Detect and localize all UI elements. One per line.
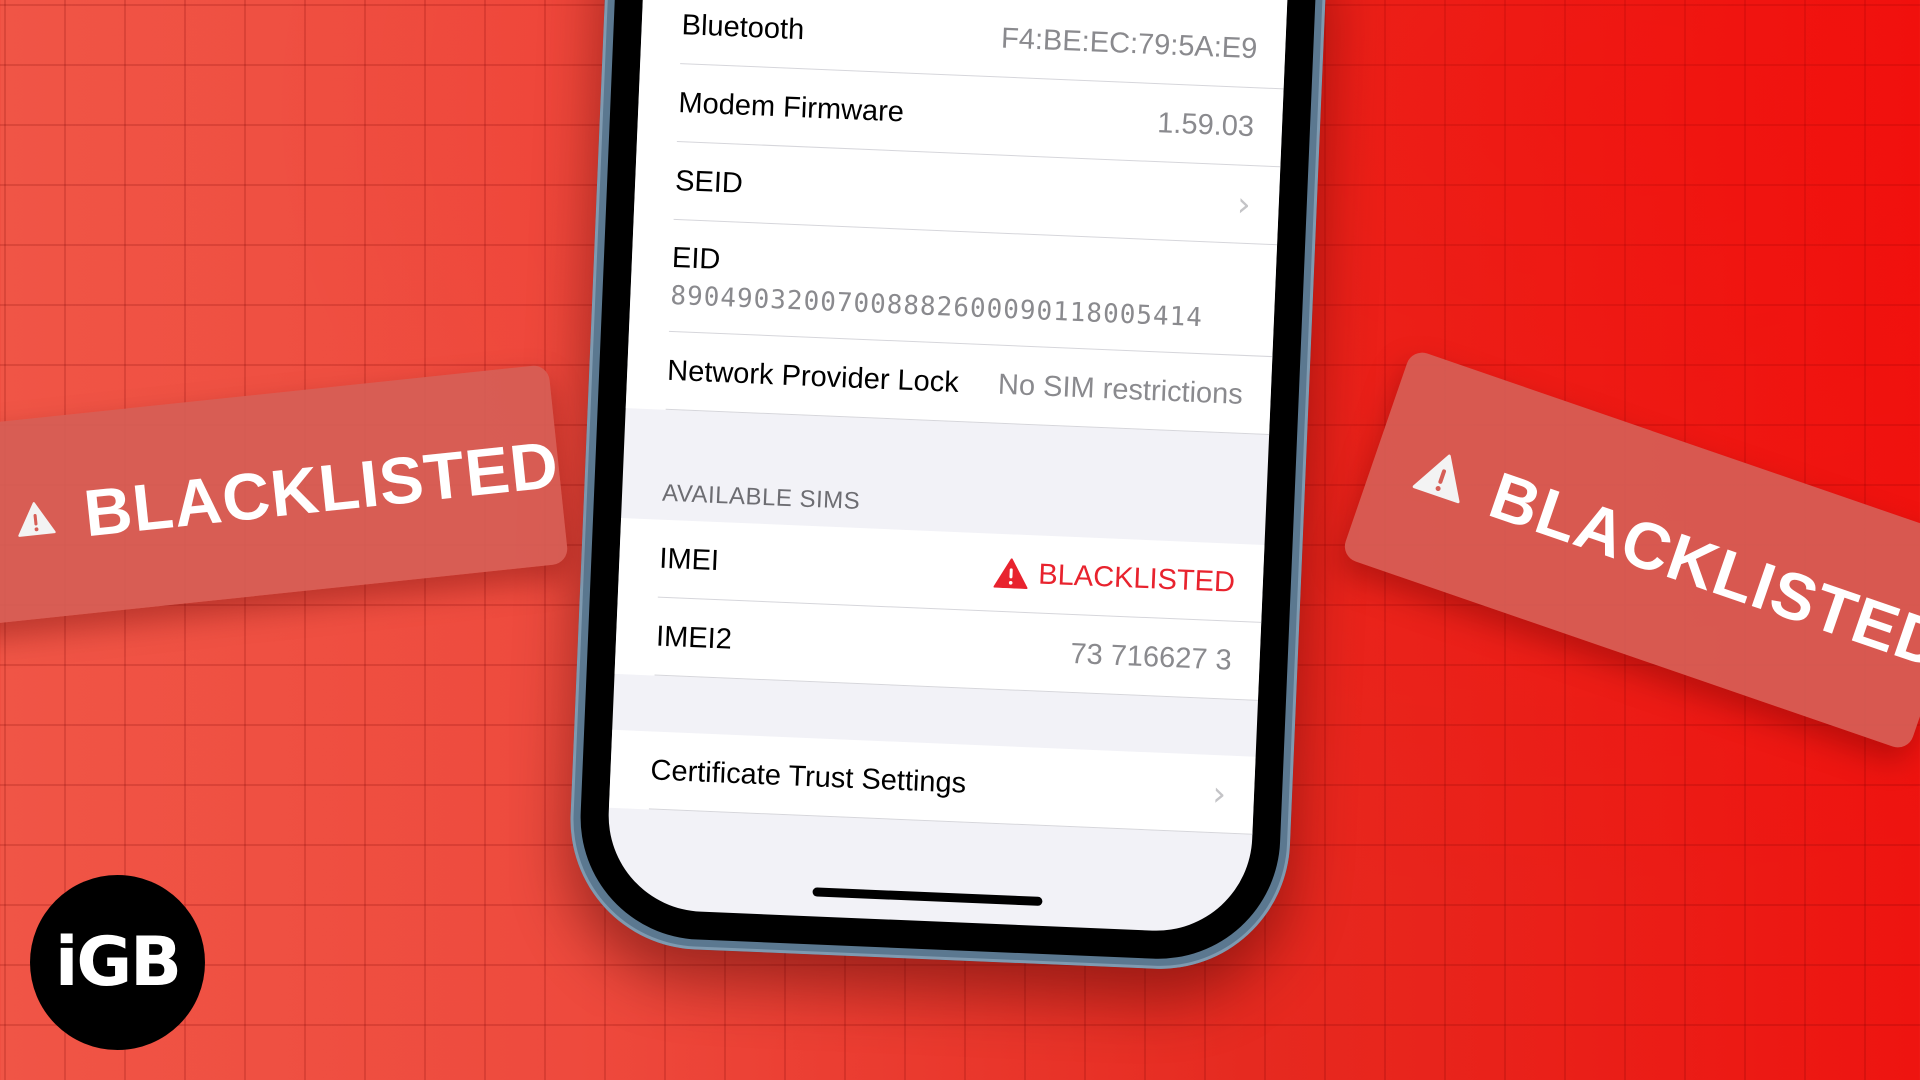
bluetooth-label: Bluetooth <box>681 8 805 46</box>
chevron-right-icon: › <box>1211 774 1227 815</box>
modem-firmware-value: 1.59.03 <box>1156 106 1255 143</box>
imei2-value: 73 716627 3 <box>1069 637 1233 677</box>
modem-firmware-label: Modem Firmware <box>677 86 905 128</box>
network-provider-lock-value: No SIM restrictions <box>997 368 1244 411</box>
sims-group: IMEI BLACKLISTED IMEI2 73 716627 3 <box>614 517 1265 701</box>
imei-status: BLACKLISTED <box>993 556 1236 599</box>
warning-triangle-icon <box>993 558 1028 590</box>
warning-triangle-icon <box>1412 454 1460 504</box>
imei-status-text: BLACKLISTED <box>1037 558 1236 599</box>
imei2-label: IMEI2 <box>655 620 733 656</box>
blacklisted-badge-left-text: BLACKLISTED <box>80 426 563 551</box>
network-provider-lock-label: Network Provider Lock <box>666 354 960 399</box>
seid-label: SEID <box>674 164 744 200</box>
home-indicator[interactable] <box>812 887 1043 906</box>
eid-value: 89049032007008882600090118005414 <box>669 280 1204 333</box>
iphone: Bluetooth F4:BE:EC:79:5A:E9 Modem Firmwa… <box>565 0 1328 975</box>
certificate-trust-settings-label: Certificate Trust Settings <box>649 753 967 800</box>
igb-logo[interactable]: iGB <box>30 875 205 1050</box>
igb-logo-text: iGB <box>55 923 182 1002</box>
settings-screen: Bluetooth F4:BE:EC:79:5A:E9 Modem Firmwa… <box>604 0 1290 935</box>
warning-triangle-icon <box>18 502 56 537</box>
eid-label: EID <box>671 241 722 276</box>
bluetooth-value: F4:BE:EC:79:5A:E9 <box>1000 21 1258 65</box>
imei-label: IMEI <box>658 542 720 577</box>
about-group: Bluetooth F4:BE:EC:79:5A:E9 Modem Firmwa… <box>625 0 1290 436</box>
chevron-right-icon: › <box>1236 184 1252 226</box>
